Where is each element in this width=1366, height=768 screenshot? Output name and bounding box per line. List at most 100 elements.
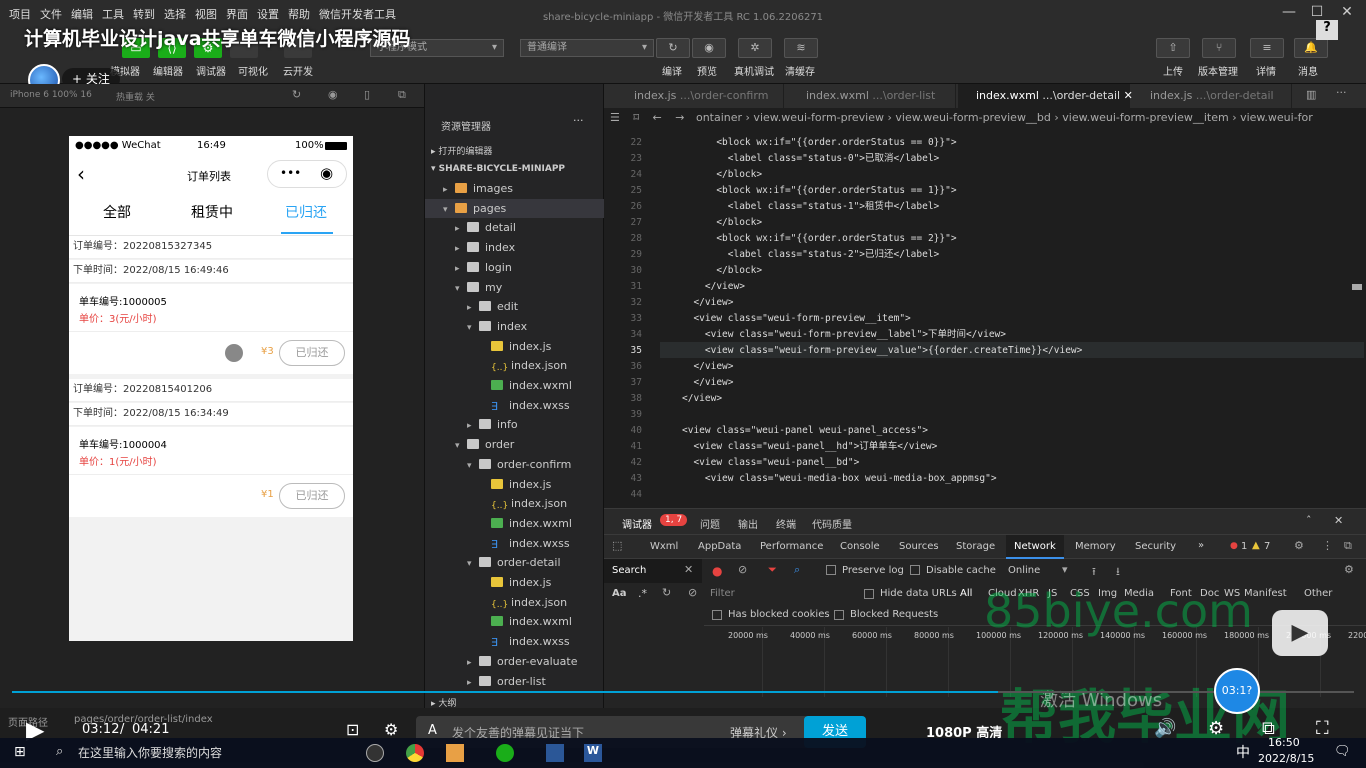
toolbar-label-version[interactable]: 版本管理 [1198,63,1238,78]
tab-renting[interactable]: 租赁中 [191,202,233,222]
regex-icon[interactable]: .* [638,587,647,600]
notification-icon[interactable]: 🗨 [1334,744,1351,759]
tab-code-quality[interactable]: 代码质量 [812,516,852,531]
message-icon[interactable]: 🔔 [1294,38,1328,58]
filter-icon[interactable]: ⏷ [768,563,777,577]
search-icon[interactable]: ⌕ [794,563,800,577]
tree-item[interactable]: index.wxml [425,514,605,533]
chevron-down-icon[interactable]: ▾ [467,457,479,476]
tab-returned[interactable]: 已归还 [285,202,327,222]
code-line[interactable]: 36 </view> [610,359,1360,375]
code-line[interactable]: 31 </view> [610,279,1360,295]
tab-order-list-wxml[interactable]: index.wxml ...\order-list [788,84,956,108]
chevron-right-icon[interactable]: ▸ [455,220,467,239]
tree-item[interactable]: ▸ detail [425,218,605,237]
menu-icon[interactable]: ☰ [610,111,620,124]
code-line[interactable]: 38 </view> [610,391,1360,407]
preview-thumb[interactable]: 03:1? [1214,668,1260,714]
chevron-right-icon[interactable]: ▸ [467,674,479,693]
minimize-icon[interactable]: — [1278,4,1300,22]
tab-security[interactable]: Security [1135,541,1176,552]
more-icon[interactable]: ••• [280,166,301,180]
more-icon[interactable]: ··· [1336,86,1347,99]
refresh-icon[interactable]: ↻ [662,586,671,599]
windows-start-icon[interactable]: ⊞ [14,744,26,760]
clear-icon[interactable]: ⊘ [688,586,697,599]
toolbar-label-remote-debug[interactable]: 真机调试 [734,63,774,78]
play-overlay-icon[interactable]: ▶ [1272,610,1328,656]
volume-icon[interactable]: 🔊 [1154,718,1176,739]
code-line[interactable]: 33 <view class="weui-form-preview__item"… [610,311,1360,327]
tree-item[interactable]: index.js [425,573,605,592]
tab-issues[interactable]: 问题 [700,516,720,531]
chevron-down-icon[interactable]: ▾ [455,437,467,456]
danmaku-settings-icon[interactable]: ⚙ [384,720,398,739]
toolbar-label-upload[interactable]: 上传 [1163,63,1183,78]
returned-button[interactable]: 已归还 [279,483,345,509]
tab-console[interactable]: Console [840,541,880,552]
filter-type-other[interactable]: Other [1304,588,1332,599]
chevron-down-icon[interactable]: ▾ [467,555,479,574]
blocked-cookies-checkbox[interactable] [712,610,722,620]
tab-wxml[interactable]: Wxml [650,541,678,552]
record-icon[interactable]: ◉ [328,88,338,101]
disable-cache-checkbox[interactable] [910,565,920,575]
compile-icon[interactable]: ↻ [656,38,690,58]
chrome-icon[interactable] [406,744,424,762]
code-line[interactable]: 39 [610,407,1360,423]
tree-item[interactable]: ▾ order [425,435,605,454]
code-line[interactable]: 30 </block> [610,263,1360,279]
wechat-icon[interactable] [496,744,514,762]
remote-debug-icon[interactable]: ✲ [738,38,772,58]
warning-count[interactable]: 7 [1264,541,1270,552]
toolbar-label-message[interactable]: 消息 [1298,63,1318,78]
tab-network[interactable]: Network [1006,535,1064,559]
export-icon[interactable]: ⭳ [1116,563,1120,582]
tree-item[interactable]: index.wxml [425,612,605,631]
code-line[interactable]: 22 <block wx:if="{{order.orderStatus == … [610,135,1360,151]
throttle-select[interactable]: Online [1008,565,1040,576]
tree-item[interactable]: ▾ order-detail [425,553,605,572]
code-line[interactable]: 28 <block wx:if="{{order.orderStatus == … [610,231,1360,247]
returned-button[interactable]: 已归还 [279,340,345,366]
chevron-right-icon[interactable]: ▸ [467,299,479,318]
tab-debugger[interactable]: 调试器 [622,516,652,531]
code-line[interactable]: 42 <view class="weui-panel__bd"> [610,455,1360,471]
back-icon[interactable]: ‹ [77,162,85,186]
list-item[interactable]: 单车编号:1000004 单价：1(元/小时) [69,427,353,475]
code-line[interactable]: 41 <view class="weui-panel__hd">订单单车</vi… [610,439,1360,455]
toolbar-label-preview[interactable]: 预览 [697,63,717,78]
chevron-right-icon[interactable]: ▸ [455,260,467,279]
tree-item[interactable]: ▸ info [425,415,605,434]
settings-icon[interactable]: ⚙ [1208,718,1224,739]
tree-item[interactable]: ▾ pages [425,198,605,218]
code-line[interactable]: 24 </block> [610,167,1360,183]
search-label[interactable]: Search [612,565,646,576]
version-icon[interactable]: ⑂ [1202,38,1236,58]
clear-icon[interactable]: ⊘ [738,563,747,576]
tab-memory[interactable]: Memory [1075,541,1116,552]
tree-item[interactable]: ▸ login [425,258,605,277]
collapse-icon[interactable]: ˆ [1306,514,1312,527]
tree-item[interactable]: ∃ index.wxss [425,632,605,651]
settings-icon[interactable]: ⚙ [1294,539,1304,552]
taskbar-date[interactable]: 2022/8/15 [1258,752,1314,765]
refresh-icon[interactable]: ↻ [292,88,301,101]
tab-sources[interactable]: Sources [899,541,939,552]
code-line[interactable]: 26 <label class="status-1">租赁中</label> [610,199,1360,215]
app-icon[interactable] [366,744,384,762]
import-icon[interactable]: ⭱ [1092,563,1096,582]
tree-item[interactable]: index.js [425,337,605,356]
code-line[interactable]: 34 <view class="weui-form-preview__label… [610,327,1360,343]
more-tabs-icon[interactable]: » [1198,540,1204,551]
dock-icon[interactable]: ⧉ [1344,539,1352,553]
toolbar-label-clear-cache[interactable]: 清缓存 [785,63,815,78]
tree-item[interactable]: ▸ order-evaluate [425,652,605,671]
tab-order-confirm-js[interactable]: index.js ...\order-confirm [616,84,784,108]
upload-icon[interactable]: ⇧ [1156,38,1190,58]
capsule-menu[interactable]: ••• ◉ [267,160,347,188]
search-icon[interactable]: ⌕ [56,744,63,759]
chevron-right-icon[interactable]: ▸ [467,417,479,436]
hide-data-urls-checkbox[interactable] [864,589,874,599]
preview-icon[interactable]: ◉ [692,38,726,58]
